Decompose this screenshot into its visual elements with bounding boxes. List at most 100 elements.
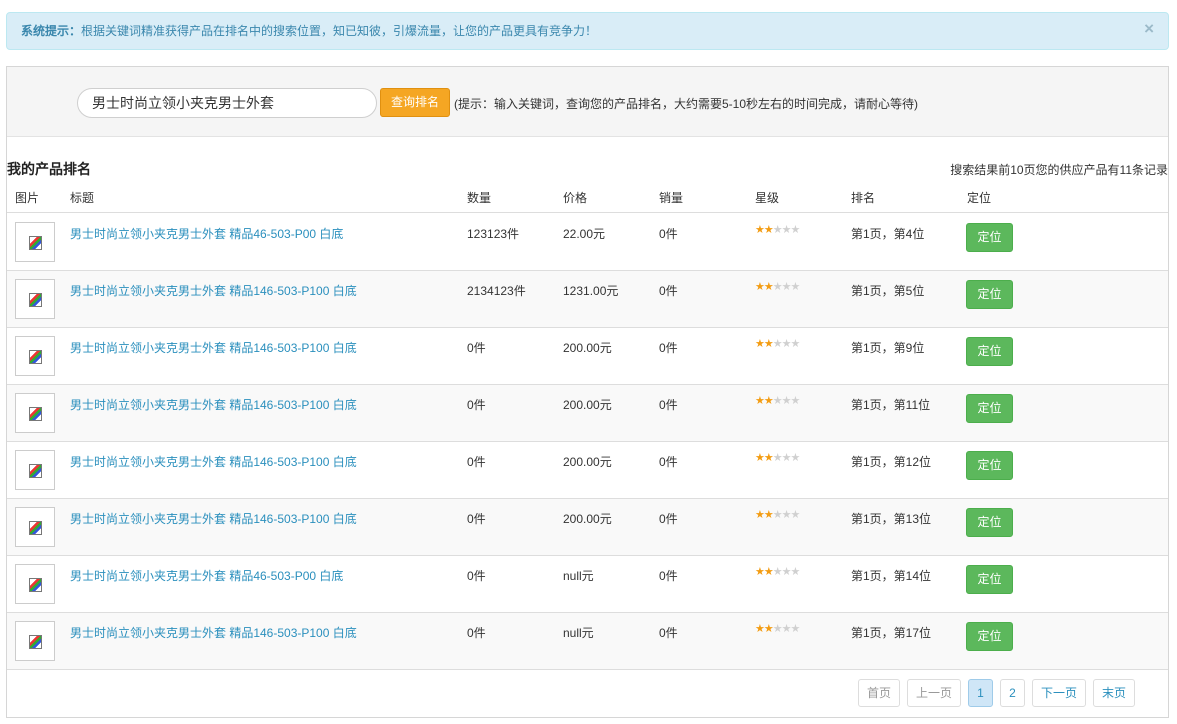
star-icon: ★	[763, 281, 774, 293]
next-page-button[interactable]: 下一页	[1032, 679, 1086, 707]
result-summary: 搜索结果前10页您的供应产品有11条记录	[950, 163, 1168, 177]
broken-image-icon	[29, 464, 42, 478]
locate-button[interactable]: 定位	[966, 622, 1013, 651]
product-thumbnail[interactable]	[15, 564, 55, 604]
locate-button[interactable]: 定位	[966, 565, 1013, 594]
locate-button[interactable]: 定位	[966, 337, 1013, 366]
alert-message: 根据关键词精准获得产品在排名中的搜索位置，知已知彼，引爆流量，让您的产品更具有竞…	[81, 24, 598, 38]
product-title-link[interactable]: 男士时尚立领小夹克男士外套 精品146-503-P100 白底	[70, 396, 357, 413]
product-thumbnail[interactable]	[15, 222, 55, 262]
product-sales: 0件	[659, 227, 678, 241]
product-thumbnail[interactable]	[15, 507, 55, 547]
star-icon: ★	[763, 566, 774, 578]
star-icon: ★	[790, 452, 801, 464]
product-quantity: 0件	[467, 626, 486, 640]
product-rank: 第1页，第11位	[851, 398, 931, 412]
table-row: 男士时尚立领小夹克男士外套 精品146-503-P100 白底 2134123件 1…	[7, 271, 1168, 328]
product-thumbnail[interactable]	[15, 279, 55, 319]
product-title-link[interactable]: 男士时尚立领小夹克男士外套 精品46-503-P00 白底	[70, 225, 343, 242]
broken-image-icon	[29, 236, 42, 250]
star-icon: ★	[763, 224, 774, 236]
star-icon: ★	[790, 224, 801, 236]
header-image: 图片	[15, 191, 40, 205]
first-page-button[interactable]: 首页	[858, 679, 900, 707]
product-sales: 0件	[659, 284, 678, 298]
product-sales: 0件	[659, 626, 678, 640]
product-title-link[interactable]: 男士时尚立领小夹克男士外套 精品146-503-P100 白底	[70, 510, 357, 527]
star-rating: ★★★★★	[755, 223, 801, 236]
page-2-button[interactable]: 2	[1000, 679, 1025, 707]
product-price: 22.00元	[563, 227, 606, 241]
star-icon: ★	[755, 281, 765, 293]
star-icon: ★	[781, 281, 792, 293]
close-icon[interactable]: ×	[1144, 13, 1154, 45]
product-quantity: 0件	[467, 569, 486, 583]
query-ranking-button[interactable]: 查询排名	[380, 88, 450, 117]
product-thumbnail[interactable]	[15, 393, 55, 433]
page-1-button[interactable]: 1	[968, 679, 993, 707]
star-icon: ★	[790, 395, 801, 407]
locate-button[interactable]: 定位	[966, 451, 1013, 480]
star-rating: ★★★★★	[755, 394, 801, 407]
product-sales: 0件	[659, 569, 678, 583]
product-quantity: 123123件	[467, 227, 520, 241]
locate-button[interactable]: 定位	[966, 280, 1013, 309]
star-icon: ★	[772, 338, 783, 350]
prev-page-button[interactable]: 上一页	[907, 679, 961, 707]
star-icon: ★	[772, 623, 783, 635]
pagination: 首页 上一页 1 2 下一页 末页	[858, 679, 1148, 707]
star-rating: ★★★★★	[755, 565, 801, 578]
star-icon: ★	[763, 623, 774, 635]
product-title-link[interactable]: 男士时尚立领小夹克男士外套 精品146-503-P100 白底	[70, 624, 357, 641]
broken-image-icon	[29, 521, 42, 535]
star-icon: ★	[772, 281, 783, 293]
product-sales: 0件	[659, 341, 678, 355]
header-quantity: 数量	[467, 191, 492, 205]
header-sales: 销量	[659, 191, 684, 205]
star-icon: ★	[781, 452, 792, 464]
table-row: 男士时尚立领小夹克男士外套 精品146-503-P100 白底 0件 200.00元…	[7, 385, 1168, 442]
star-icon: ★	[790, 566, 801, 578]
star-rating: ★★★★★	[755, 280, 800, 293]
product-thumbnail[interactable]	[15, 336, 55, 376]
product-quantity: 0件	[467, 398, 486, 412]
star-icon: ★	[781, 224, 792, 236]
alert-title: 系统提示：	[21, 24, 82, 38]
product-title-link[interactable]: 男士时尚立领小夹克男士外套 精品46-503-P00 白底	[70, 567, 343, 584]
product-thumbnail[interactable]	[15, 450, 55, 490]
table-row: 男士时尚立领小夹克男士外套 精品146-503-P100 白底 0件 200.00元…	[7, 442, 1168, 499]
star-icon: ★	[781, 338, 792, 350]
system-alert: 系统提示：根据关键词精准获得产品在排名中的搜索位置，知已知彼，引爆流量，让您的产…	[6, 12, 1169, 50]
broken-image-icon	[29, 293, 42, 307]
table-row: 男士时尚立领小夹克男士外套 精品146-503-P100 白底 0件 null元 0件…	[7, 613, 1168, 670]
search-input[interactable]	[77, 88, 377, 118]
star-icon: ★	[772, 509, 783, 521]
star-rating: ★★★★★	[755, 337, 800, 350]
product-rank: 第1页，第12位	[851, 455, 932, 469]
locate-button[interactable]: 定位	[966, 394, 1013, 423]
header-title: 标题	[70, 191, 95, 205]
product-quantity: 0件	[467, 512, 486, 526]
star-icon: ★	[781, 509, 792, 521]
product-price: null元	[563, 626, 594, 640]
last-page-button[interactable]: 末页	[1093, 679, 1135, 707]
star-icon: ★	[763, 338, 774, 350]
star-icon: ★	[772, 452, 783, 464]
product-rank: 第1页，第14位	[851, 569, 932, 583]
star-icon: ★	[790, 509, 801, 521]
locate-button[interactable]: 定位	[966, 223, 1013, 252]
product-title-link[interactable]: 男士时尚立领小夹克男士外套 精品146-503-P100 白底	[70, 282, 357, 299]
broken-image-icon	[29, 578, 42, 592]
table-header: 图片 标题 数量 价格 销量 星级 排名 定位	[7, 179, 1168, 213]
product-title-link[interactable]: 男士时尚立领小夹克男士外套 精品146-503-P100 白底	[70, 339, 357, 356]
product-rank: 第1页，第9位	[851, 341, 925, 355]
product-price: 200.00元	[563, 398, 612, 412]
product-title-link[interactable]: 男士时尚立领小夹克男士外套 精品146-503-P100 白底	[70, 453, 357, 470]
section-title: 我的产品排名	[7, 161, 91, 177]
star-icon: ★	[763, 395, 774, 407]
table-row: 男士时尚立领小夹克男士外套 精品146-503-P100 白底 0件 200.00元…	[7, 328, 1168, 385]
product-thumbnail[interactable]	[15, 621, 55, 661]
star-rating: ★★★★★	[755, 622, 800, 635]
locate-button[interactable]: 定位	[966, 508, 1013, 537]
star-icon: ★	[755, 452, 765, 464]
